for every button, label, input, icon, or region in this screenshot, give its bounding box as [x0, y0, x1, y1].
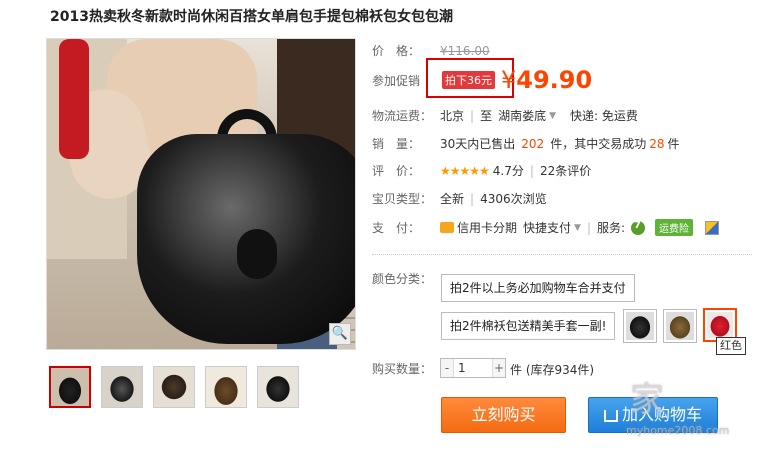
stock-text: 件 (库存934件): [510, 363, 595, 377]
shipping-insurance-tag[interactable]: 运费险: [655, 219, 694, 236]
seven-day-return-icon[interactable]: [631, 220, 646, 235]
watermark-text: 家: [630, 380, 672, 420]
view-count: 4306次浏览: [480, 192, 547, 206]
promo-label: 参加促销: [372, 73, 421, 88]
item-type-label: 宝贝类型：: [372, 192, 433, 206]
zoom-icon[interactable]: 🔍: [329, 323, 351, 345]
chevron-down-icon[interactable]: ▼: [549, 111, 556, 121]
promo-price: 49.90: [516, 66, 593, 94]
quantity-minus-button[interactable]: -: [441, 359, 453, 377]
thumbnail-2[interactable]: [101, 366, 143, 408]
color-label: 颜色分类：: [372, 272, 433, 286]
ship-to-select[interactable]: 湖南娄底: [498, 107, 546, 124]
divider: [372, 254, 752, 255]
thumbnail-1[interactable]: [49, 366, 91, 408]
original-price: ¥116.00: [440, 43, 490, 58]
shipping-label: 物流运费：: [372, 109, 433, 123]
color-tooltip: 红色: [716, 337, 746, 355]
service-label: 服务:: [597, 221, 626, 235]
sales-mid: 件，其中交易成功: [550, 137, 647, 151]
review-count-link[interactable]: 22条评价: [540, 162, 591, 179]
color-swatch-brown[interactable]: [663, 309, 697, 343]
sales-suffix: 件: [667, 137, 680, 151]
color-option-2[interactable]: 拍2件棉袄包送精美手套一副!: [441, 312, 616, 340]
cart-icon: [603, 409, 618, 422]
sales-sold: 202: [521, 136, 545, 151]
quantity-stepper: - 1 +: [440, 358, 506, 378]
item-condition: 全新: [440, 192, 465, 206]
main-product-image[interactable]: 🔍: [46, 38, 356, 350]
ship-to-sep: 至: [480, 109, 493, 123]
quantity-plus-button[interactable]: +: [493, 359, 505, 377]
thumbnail-strip: [49, 366, 299, 408]
watermark-url: myhome2008.com: [626, 424, 730, 437]
promo-tag: 拍下36元: [442, 71, 495, 89]
quantity-label: 购买数量：: [372, 362, 433, 376]
promo-yen: ¥: [501, 66, 517, 94]
color-swatch-black[interactable]: [623, 309, 657, 343]
chevron-down-icon[interactable]: ▼: [574, 223, 581, 233]
watermark: 家 myhome2008.com: [626, 372, 729, 437]
quantity-input[interactable]: 1: [453, 359, 493, 377]
rating-score: 4.7分: [492, 164, 524, 178]
credit-installment-link[interactable]: 信用卡分期: [457, 219, 517, 236]
buy-now-button[interactable]: 立刻购买: [441, 397, 566, 433]
color-option-1[interactable]: 拍2件以上务必加购物车合并支付: [441, 274, 635, 302]
thumbnail-4[interactable]: [205, 366, 247, 408]
thumbnail-3[interactable]: [153, 366, 195, 408]
product-title: 2013热卖秋冬新款时尚休闲百搭女单肩包手提包棉袄包女包包潮: [50, 9, 453, 25]
rating-label: 评 价：: [372, 164, 421, 178]
thumbnail-5[interactable]: [257, 366, 299, 408]
shipping-fee: 快递: 免运费: [570, 109, 638, 123]
quick-pay-link[interactable]: 快捷支付: [523, 219, 571, 236]
price-label: 价 格：: [372, 44, 421, 58]
sales-label: 销 量：: [372, 137, 421, 151]
guarantee-icon[interactable]: [705, 220, 720, 235]
star-rating-icon: ★★★★★: [440, 163, 490, 178]
sales-prefix: 30天内已售出: [440, 137, 516, 151]
ship-from: 北京: [440, 109, 465, 123]
sales-success: 28: [649, 136, 665, 151]
payment-label: 支 付：: [372, 221, 421, 235]
credit-card-icon: [440, 222, 454, 233]
